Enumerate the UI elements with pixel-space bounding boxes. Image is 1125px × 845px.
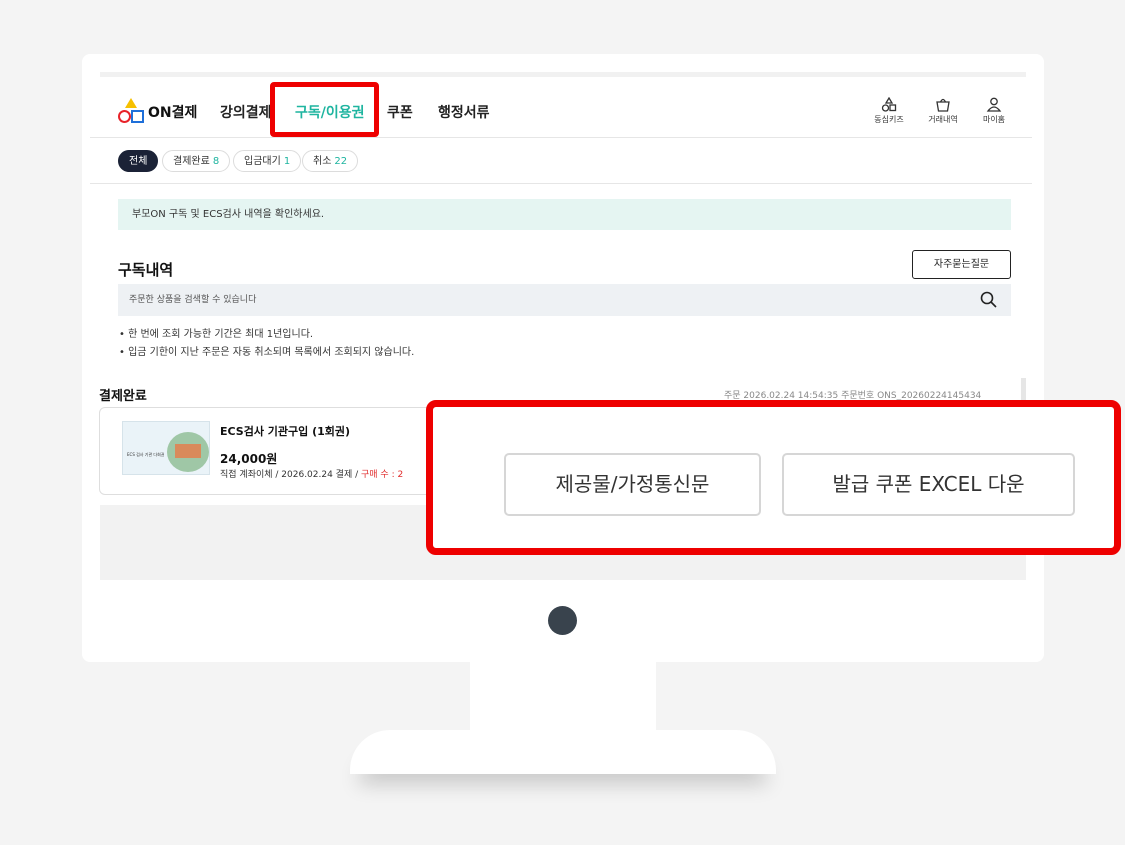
- notice-banner: 부모ON 구독 및 ECS검사 내역을 확인하세요.: [118, 199, 1011, 230]
- user-icon: [986, 97, 1002, 112]
- filter-divider: [90, 183, 1032, 184]
- order-status-title: 결제완료: [99, 389, 147, 404]
- info-bullet: • 입금 기한이 지난 주문은 자동 취소되며 목록에서 조회되지 않습니다.: [119, 347, 415, 358]
- util-myhome[interactable]: 마이홈: [972, 97, 1016, 125]
- payment-info: 직접 계좌이체 / 2026.02.24 결제 /: [220, 470, 359, 480]
- filter-count: 8: [212, 156, 220, 167]
- filter-pending[interactable]: 입금대기 1: [233, 150, 302, 172]
- purchase-quantity: 구매 수 : 2: [361, 470, 404, 480]
- shapes-icon: [881, 97, 897, 112]
- nav-highlight-box: [270, 82, 379, 137]
- nav-item-admin-docs[interactable]: 행정서류: [438, 102, 490, 122]
- section-title: 구독내역: [118, 261, 174, 279]
- filter-paid[interactable]: 결제완료 8: [162, 150, 231, 172]
- logo-icon[interactable]: [118, 98, 144, 123]
- filter-all[interactable]: 전체: [118, 150, 159, 172]
- monitor-stand-base: [350, 730, 776, 774]
- top-strip: [100, 72, 1026, 77]
- product-info: 직접 계좌이체 / 2026.02.24 결제 / 구매 수 : 2: [220, 467, 403, 480]
- util-label: 동심키즈: [874, 115, 904, 124]
- materials-newsletter-button[interactable]: 제공물/가정통신문: [504, 453, 761, 516]
- product-thumbnail: ECS 검사 기관 다회권: [122, 421, 210, 475]
- nav-item-coupon[interactable]: 쿠폰: [387, 102, 413, 122]
- faq-button[interactable]: 자주묻는질문: [912, 250, 1011, 279]
- search-icon[interactable]: [980, 291, 997, 308]
- nav-item-lecture-payment[interactable]: 강의결제: [220, 102, 272, 122]
- util-label: 거래내역: [928, 115, 958, 124]
- filter-label: 취소: [313, 156, 332, 167]
- bag-icon: [936, 98, 950, 112]
- thumbnail-text: ECS 검사 기관 다회권: [127, 452, 165, 457]
- product-price: 24,000원: [220, 452, 278, 466]
- filter-count: 22: [334, 156, 348, 167]
- filter-label: 결제완료: [173, 156, 210, 167]
- info-bullet: • 한 번에 조회 가능한 기간은 최대 1년입니다.: [119, 329, 314, 340]
- brand-name[interactable]: ON결제: [148, 102, 197, 122]
- search-input[interactable]: 주문한 상품을 검색할 수 있습니다: [118, 284, 1011, 316]
- camera-dot: [548, 606, 577, 635]
- filter-count: 1: [283, 156, 291, 167]
- coupon-excel-download-button[interactable]: 발급 쿠폰 EXCEL 다운: [782, 453, 1075, 516]
- util-transactions[interactable]: 거래내역: [921, 97, 965, 125]
- util-dongsim-kids[interactable]: 동심키즈: [867, 97, 911, 125]
- util-label: 마이홈: [982, 115, 1006, 124]
- filter-label: 입금대기: [244, 156, 281, 167]
- filter-cancelled[interactable]: 취소 22: [302, 150, 359, 172]
- header-divider: [90, 137, 1032, 138]
- filter-label: 전체: [129, 156, 148, 167]
- product-name[interactable]: ECS검사 기관구입 (1회권): [220, 423, 350, 439]
